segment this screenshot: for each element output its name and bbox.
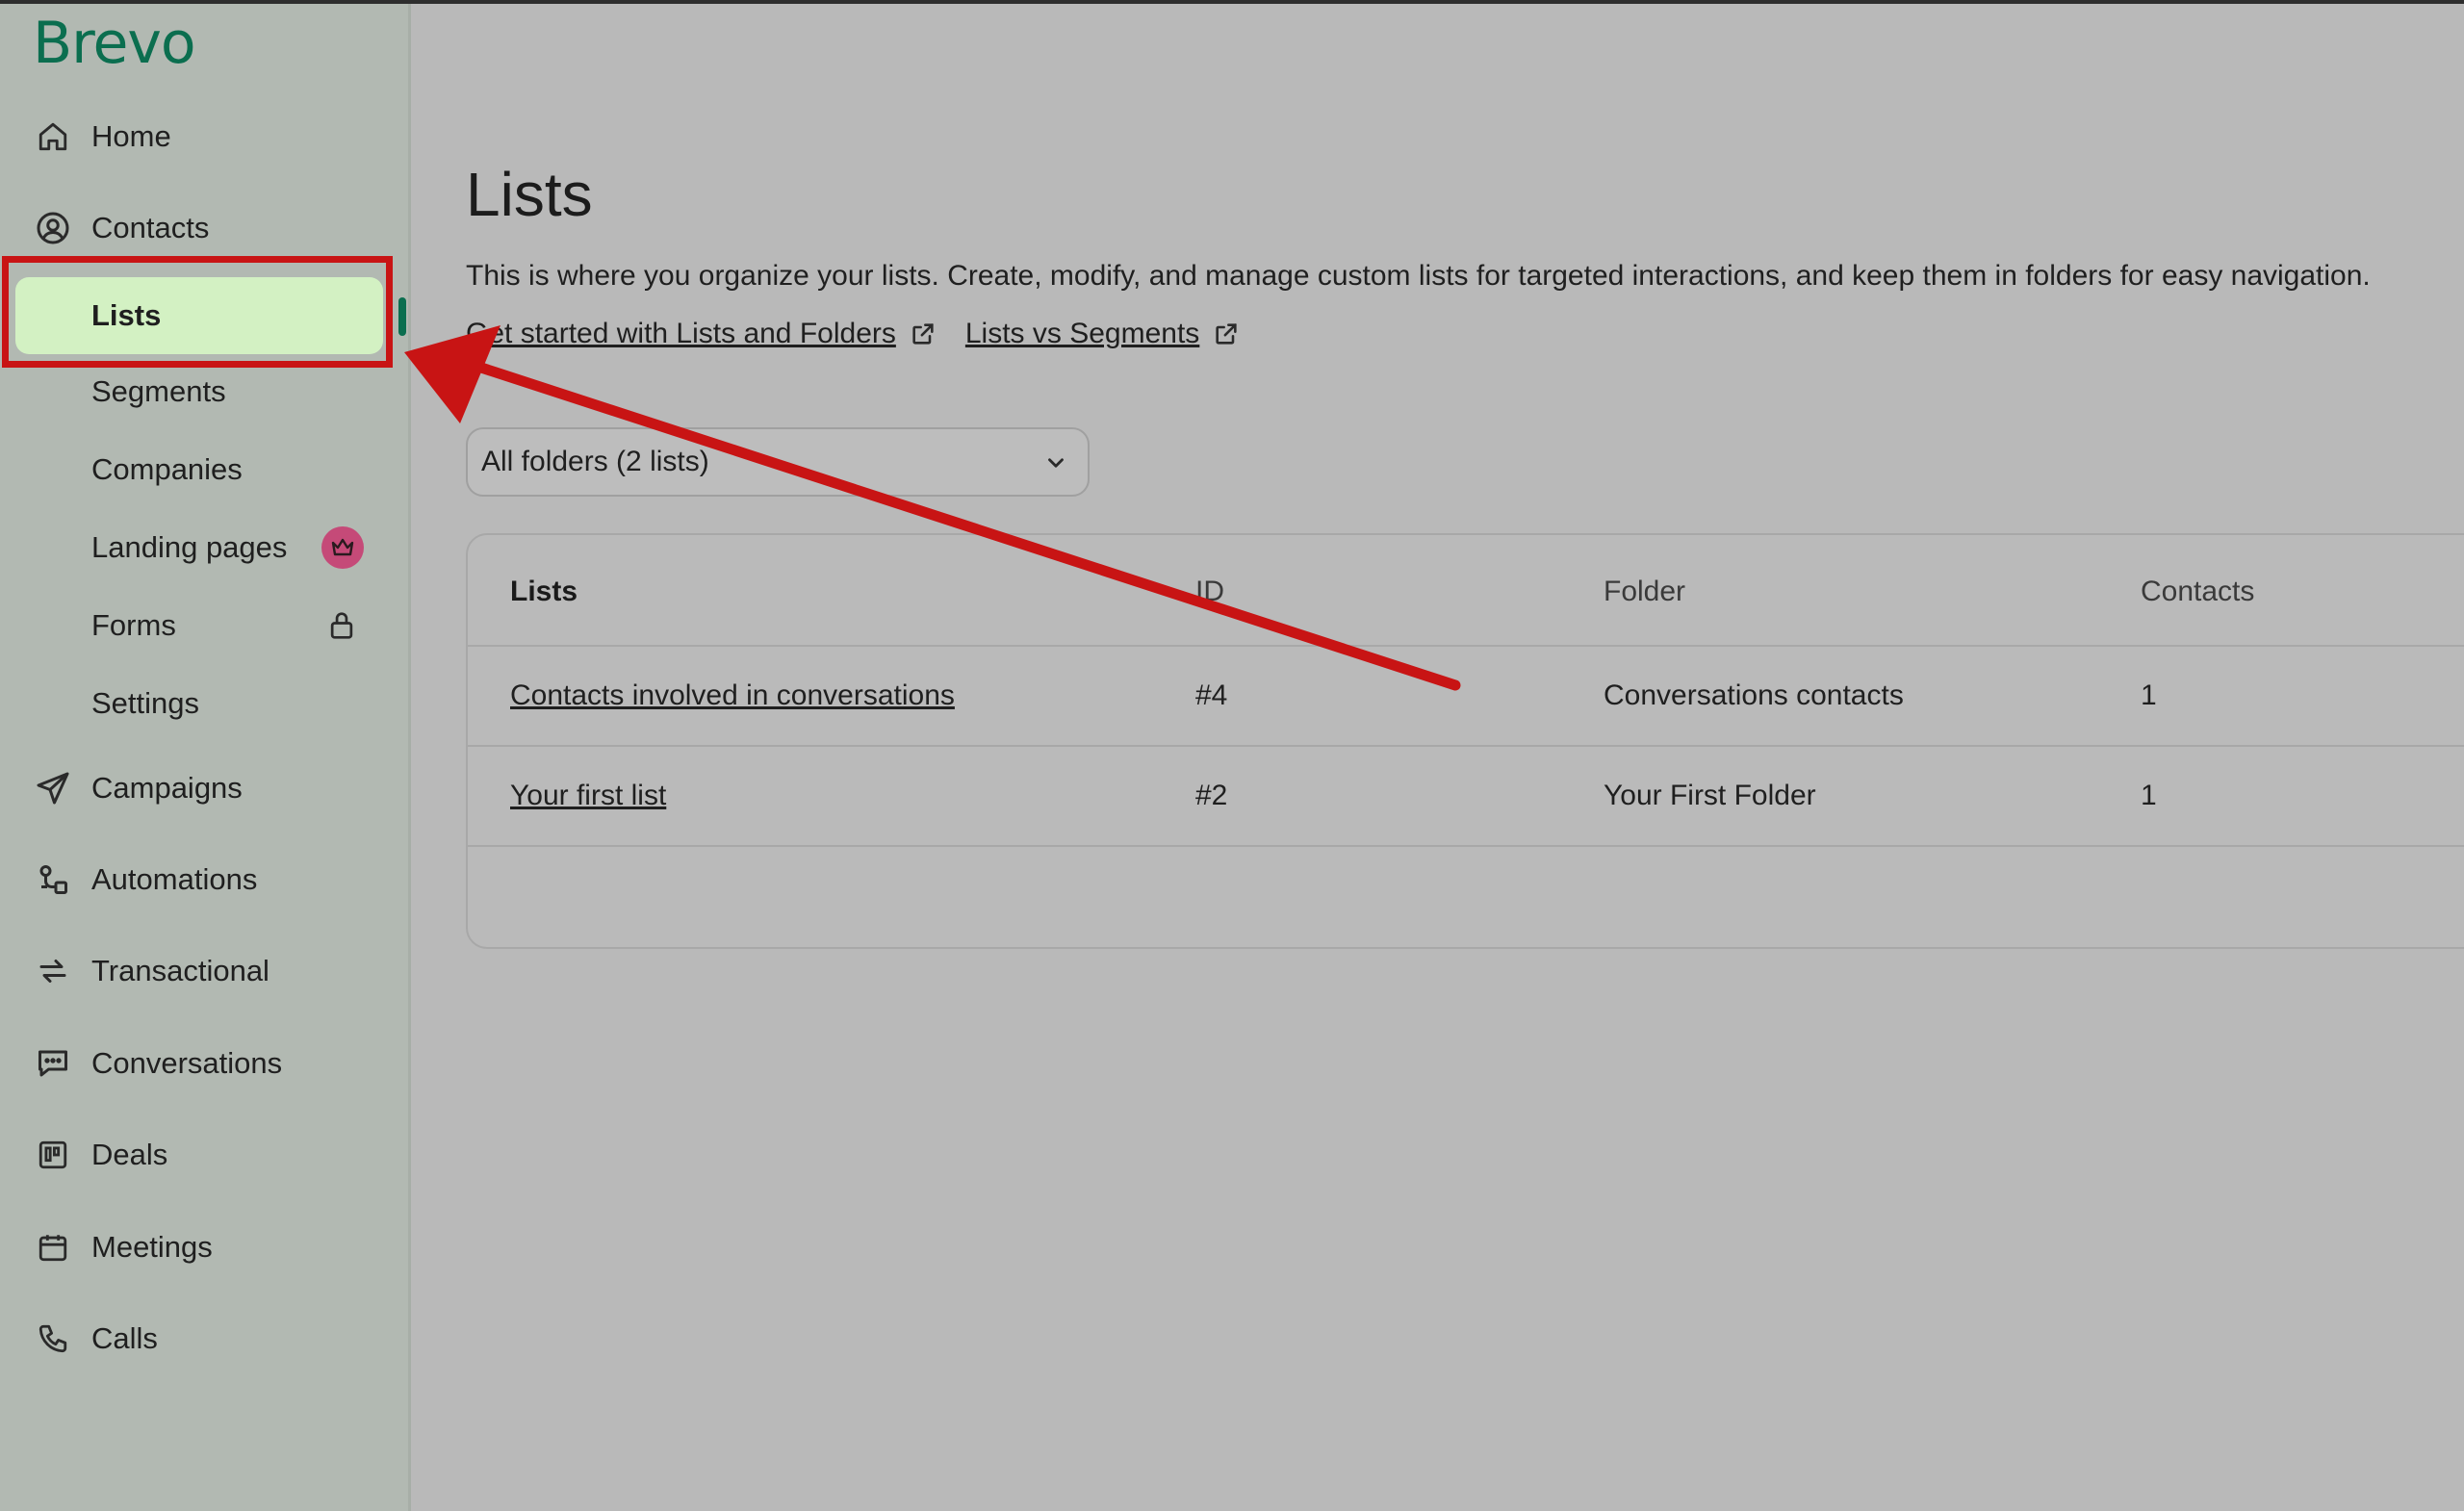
column-header-folder[interactable]: Folder [1604, 576, 1685, 608]
list-contacts-count: 1 [2141, 679, 2157, 711]
list-id: #2 [1195, 780, 1228, 811]
sidebar-item-transactional[interactable]: Transactional [0, 942, 408, 1000]
transactional-icon [35, 953, 71, 989]
column-header-contacts[interactable]: Contacts [2141, 576, 2254, 608]
sidebar-item-label: Meetings [91, 1230, 213, 1264]
sidebar-item-home[interactable]: Home [0, 108, 408, 166]
sidebar-subitem-label: Segments [91, 374, 226, 408]
divider [468, 645, 2464, 647]
deals-icon [35, 1137, 71, 1173]
sidebar-item-meetings[interactable]: Meetings [0, 1218, 408, 1276]
help-link-lists-folders[interactable]: Get started with Lists and Folders [466, 318, 896, 350]
list-id: #4 [1195, 679, 1228, 711]
active-indicator [398, 297, 406, 336]
contacts-icon [35, 210, 71, 246]
sidebar: Brevo Home Contacts Lists Segments Compa… [0, 4, 411, 1511]
brevo-logo[interactable]: Brevo [33, 10, 196, 77]
lock-icon [327, 610, 356, 641]
sidebar-item-campaigns[interactable]: Campaigns [0, 759, 408, 817]
lists-table: Lists ID Folder Contacts Contacts involv… [466, 533, 2464, 949]
sidebar-item-label: Automations [91, 862, 258, 896]
list-name-link[interactable]: Contacts involved in conversations [510, 679, 955, 712]
crown-icon [321, 526, 364, 569]
sidebar-subitem-label: Companies [91, 452, 243, 486]
list-name-link[interactable]: Your first list [510, 780, 666, 812]
sidebar-item-label: Calls [91, 1321, 158, 1355]
external-link-icon[interactable] [910, 320, 937, 347]
send-icon [35, 770, 71, 807]
sidebar-subitem-label: Forms [91, 608, 176, 642]
divider [468, 845, 2464, 847]
list-folder: Your First Folder [1604, 780, 1816, 811]
calendar-icon [35, 1229, 71, 1266]
sidebar-subitem-settings[interactable]: Settings [0, 675, 408, 732]
page-description: This is where you organize your lists. C… [466, 260, 2371, 292]
sidebar-subitem-forms[interactable]: Forms [0, 597, 408, 654]
column-header-lists[interactable]: Lists [510, 576, 578, 608]
list-contacts-count: 1 [2141, 780, 2157, 811]
sidebar-item-automations[interactable]: Automations [0, 851, 408, 909]
external-link-icon[interactable] [1213, 320, 1240, 347]
phone-icon [35, 1320, 71, 1357]
folder-filter-select[interactable]: All folders (2 lists) [466, 427, 1090, 497]
help-link-lists-vs-segments[interactable]: Lists vs Segments [965, 318, 1199, 350]
help-links: Get started with Lists and Folders Lists… [466, 318, 1269, 350]
sidebar-subitem-companies[interactable]: Companies [0, 441, 408, 499]
sidebar-item-label: Deals [91, 1138, 168, 1171]
sidebar-item-label: Home [91, 119, 171, 153]
sidebar-subitem-label: Settings [91, 686, 200, 720]
sidebar-item-conversations[interactable]: Conversations [0, 1035, 408, 1092]
divider [468, 745, 2464, 747]
column-header-id[interactable]: ID [1195, 576, 1224, 608]
sidebar-item-calls[interactable]: Calls [0, 1310, 408, 1368]
sidebar-item-deals[interactable]: Deals [0, 1126, 408, 1184]
list-folder: Conversations contacts [1604, 679, 1904, 711]
chat-icon [35, 1045, 71, 1082]
sidebar-item-contacts[interactable]: Contacts [0, 199, 408, 257]
chevron-down-icon [1043, 450, 1068, 475]
sidebar-item-label: Campaigns [91, 771, 243, 805]
page-title: Lists [466, 160, 593, 229]
folder-filter-value: All folders (2 lists) [481, 446, 709, 477]
automation-icon [35, 861, 71, 898]
sidebar-item-label: Transactional [91, 954, 270, 987]
highlight-box [2, 256, 393, 368]
sidebar-item-label: Conversations [91, 1046, 283, 1080]
sidebar-subitem-label: Landing pages [91, 530, 288, 564]
home-icon [35, 118, 71, 155]
sidebar-subitem-segments[interactable]: Segments [0, 363, 408, 421]
sidebar-item-label: Contacts [91, 211, 210, 244]
sidebar-subitem-landing-pages[interactable]: Landing pages [0, 519, 408, 576]
